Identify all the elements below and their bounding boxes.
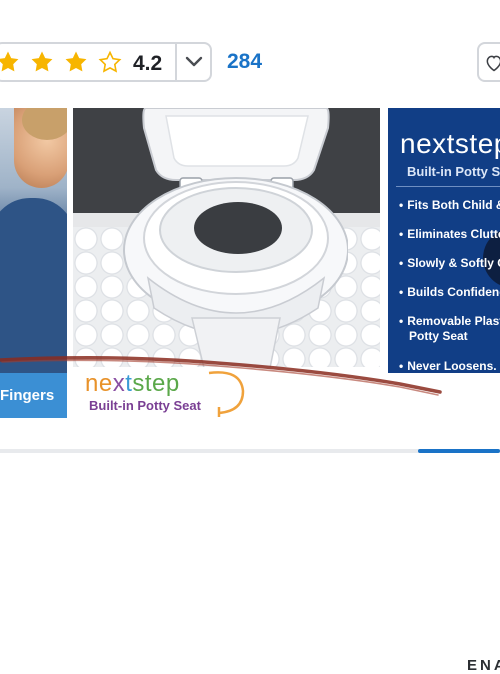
carousel-slide-left[interactable]: Fingers bbox=[0, 108, 67, 418]
heart-icon bbox=[486, 55, 500, 72]
chevron-down-icon[interactable] bbox=[183, 53, 205, 71]
brand-wordmark: nextstep bbox=[400, 128, 500, 159]
brand-wordmark: nextstep bbox=[85, 370, 180, 397]
feature-item: • Fits Both Child & bbox=[399, 198, 500, 212]
review-count-link[interactable]: 284 bbox=[227, 50, 262, 74]
star-rating bbox=[0, 50, 132, 76]
carousel-progress-indicator[interactable] bbox=[418, 449, 500, 453]
rating-bar: 4.2 284 bbox=[0, 42, 500, 86]
toilet-image bbox=[123, 108, 348, 368]
footer-text: ENA bbox=[467, 657, 500, 674]
star-icon bbox=[65, 51, 87, 72]
feature-item: • Builds Confidenc bbox=[399, 285, 500, 299]
feature-list: • Fits Both Child & • Eliminates Clutte • S… bbox=[399, 198, 500, 373]
product-image-carousel[interactable]: Fingers nextstep Built-in Potty Seat nex… bbox=[0, 108, 500, 674]
slide-caption: Fingers bbox=[0, 373, 67, 418]
divider bbox=[175, 44, 177, 80]
brand-logo: nextstep Built-in Potty Seat bbox=[73, 367, 380, 418]
feature-item: • Removable Plast Potty Seat bbox=[399, 314, 500, 343]
brand-tagline: Built-in Potty Sea bbox=[407, 164, 500, 179]
feature-item: • Eliminates Clutte bbox=[399, 227, 500, 241]
carousel-slide-main[interactable]: nextstep Built-in Potty Seat bbox=[73, 108, 380, 418]
rating-value: 4.2 bbox=[133, 52, 163, 75]
feature-item: • Never Loosens. C bbox=[399, 359, 500, 373]
rating-dropdown[interactable]: 4.2 bbox=[0, 42, 212, 82]
favorite-button[interactable] bbox=[477, 42, 500, 82]
child-photo bbox=[0, 108, 67, 378]
brand-tagline: Built-in Potty Seat bbox=[89, 398, 201, 413]
star-icon bbox=[0, 51, 19, 72]
divider bbox=[396, 186, 500, 187]
feature-item: • Slowly & Softly C bbox=[399, 256, 500, 270]
child-shirt bbox=[0, 198, 67, 378]
slide-footer: ENA bbox=[388, 373, 500, 674]
star-icon bbox=[31, 51, 53, 72]
carousel-slide-right[interactable]: nextstep Built-in Potty Sea •Fits Both C… bbox=[388, 108, 500, 373]
star-outline-icon bbox=[98, 50, 122, 73]
